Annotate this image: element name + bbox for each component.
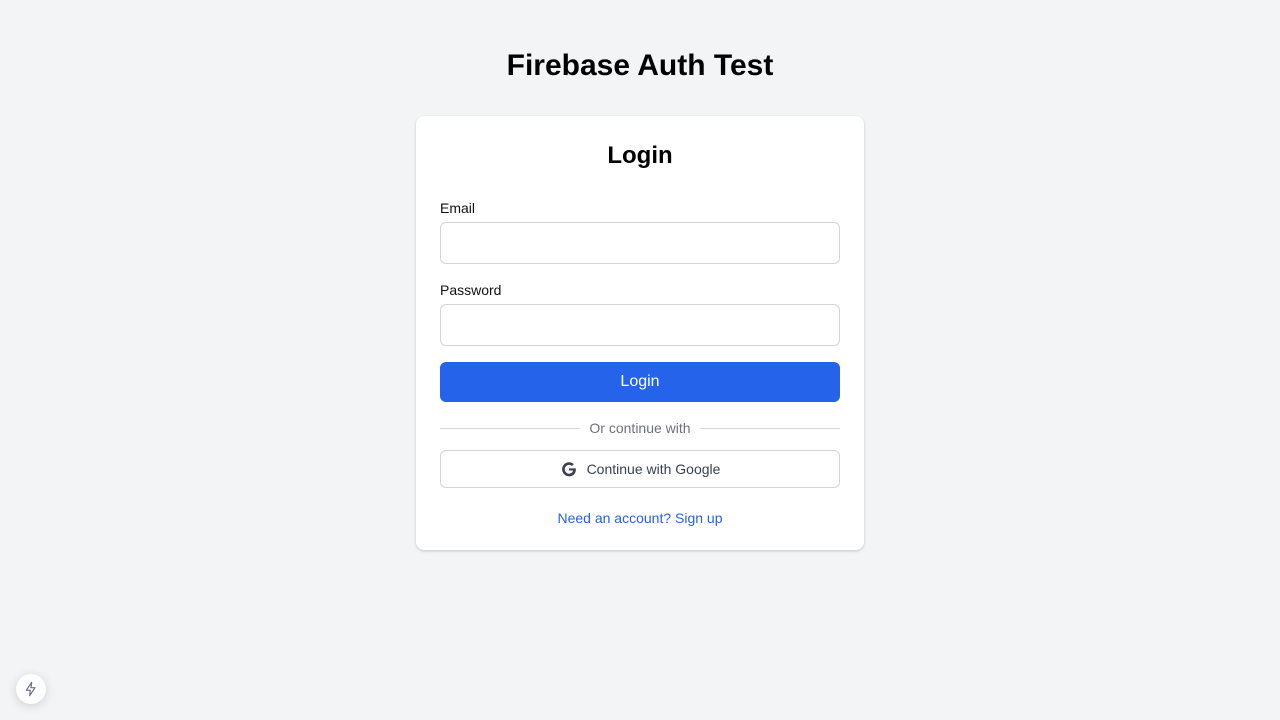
or-divider: Or continue with <box>440 418 841 438</box>
password-label: Password <box>440 282 502 298</box>
page: Firebase Auth Test Login Email Password … <box>0 0 1280 720</box>
login-card: Login Email Password Login Or continue w… <box>416 116 864 550</box>
login-card-title: Login <box>607 142 673 169</box>
divider-text: Or continue with <box>589 420 691 436</box>
page-title: Firebase Auth Test <box>506 49 774 82</box>
lightning-bolt-icon <box>23 681 39 697</box>
email-label: Email <box>440 200 476 216</box>
divider-line-left <box>440 427 581 429</box>
signup-link[interactable]: Need an account? Sign up <box>440 508 840 528</box>
google-icon <box>560 460 578 478</box>
divider-line-right <box>699 427 841 429</box>
password-field-group: Password <box>440 280 840 346</box>
password-input[interactable] <box>440 304 840 346</box>
google-button-label: Continue with Google <box>586 461 721 477</box>
google-signin-button[interactable]: Continue with Google <box>440 450 840 488</box>
dev-tools-badge[interactable] <box>16 674 46 704</box>
email-field-group: Email <box>440 198 840 264</box>
email-input[interactable] <box>440 222 840 264</box>
login-button[interactable]: Login <box>440 362 840 402</box>
